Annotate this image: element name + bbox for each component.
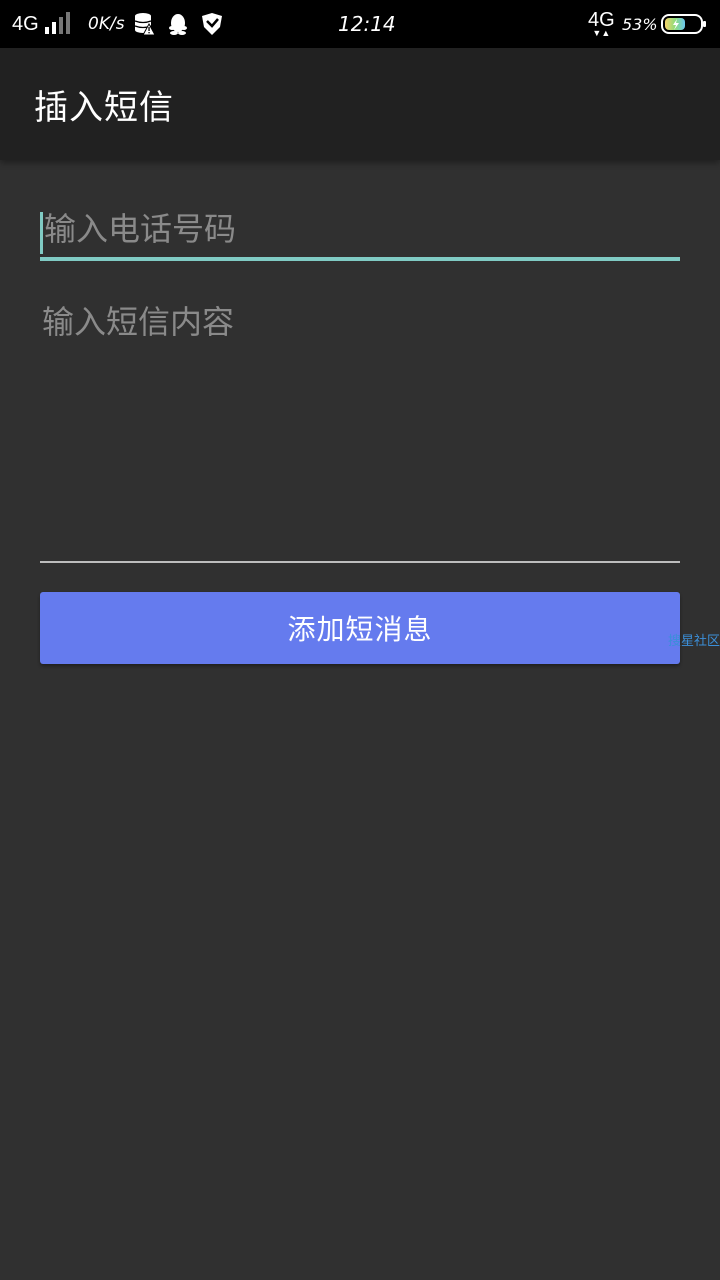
message-content-input[interactable] (40, 285, 680, 561)
network-type-right-label: 4G (588, 8, 615, 31)
phone-number-input[interactable] (40, 200, 680, 258)
database-warning-icon (134, 0, 156, 48)
qq-penguin-icon (167, 0, 189, 48)
data-arrows-icon: ▼▲ (592, 27, 611, 38)
message-input-underline (40, 561, 680, 563)
network-type-label: 4G (12, 12, 39, 35)
phone-input-underline (40, 257, 680, 261)
battery-charging-icon (661, 0, 707, 48)
screen: 4G 0K/s 12:14 4G ▼▲ 53% 插入短信 输入电话号码 输入短信… (0, 0, 720, 1280)
watermark: 搜星社区 (668, 634, 720, 649)
status-bar: 4G 0K/s 12:14 4G ▼▲ 53% (0, 0, 720, 48)
app-bar: 插入短信 (0, 48, 720, 160)
network-type-right: 4G ▼▲ (588, 0, 615, 48)
shield-check-icon (200, 0, 224, 48)
phone-number-field[interactable] (40, 200, 680, 262)
message-content-field[interactable] (40, 285, 680, 565)
add-message-button[interactable]: 添加短消息 (40, 592, 680, 664)
clock: 12:14 (338, 12, 396, 36)
network-speed-label: 0K/s (88, 14, 125, 34)
battery-percent: 53% (622, 14, 658, 34)
signal-bars-icon (44, 0, 74, 48)
page-title: 插入短信 (34, 88, 174, 128)
text-cursor (40, 212, 43, 254)
